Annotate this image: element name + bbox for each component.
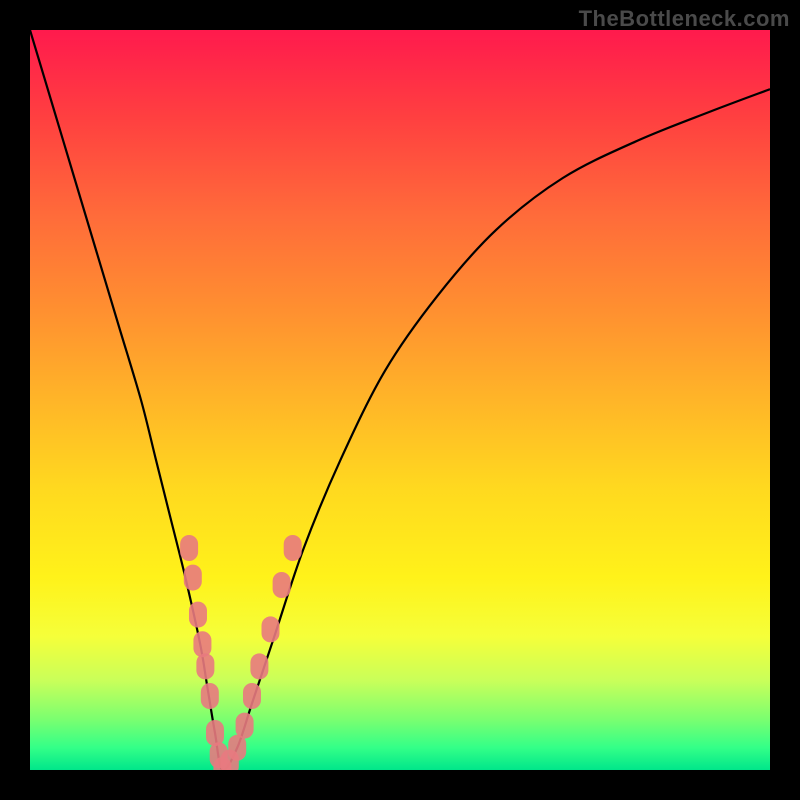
marker (180, 535, 198, 561)
marker (201, 683, 219, 709)
bottleneck-curve (30, 30, 770, 770)
marker (196, 653, 214, 679)
marker (250, 653, 268, 679)
marker (228, 735, 246, 761)
marker (236, 713, 254, 739)
marker (206, 720, 224, 746)
marker (243, 683, 261, 709)
marker (189, 602, 207, 628)
watermark-label: TheBottleneck.com (579, 6, 790, 32)
marker (284, 535, 302, 561)
highlighted-points (180, 535, 302, 770)
marker (193, 631, 211, 657)
chart-svg (30, 30, 770, 770)
marker (273, 572, 291, 598)
plot-area (30, 30, 770, 770)
marker (184, 565, 202, 591)
marker (262, 616, 280, 642)
chart-frame: TheBottleneck.com (0, 0, 800, 800)
